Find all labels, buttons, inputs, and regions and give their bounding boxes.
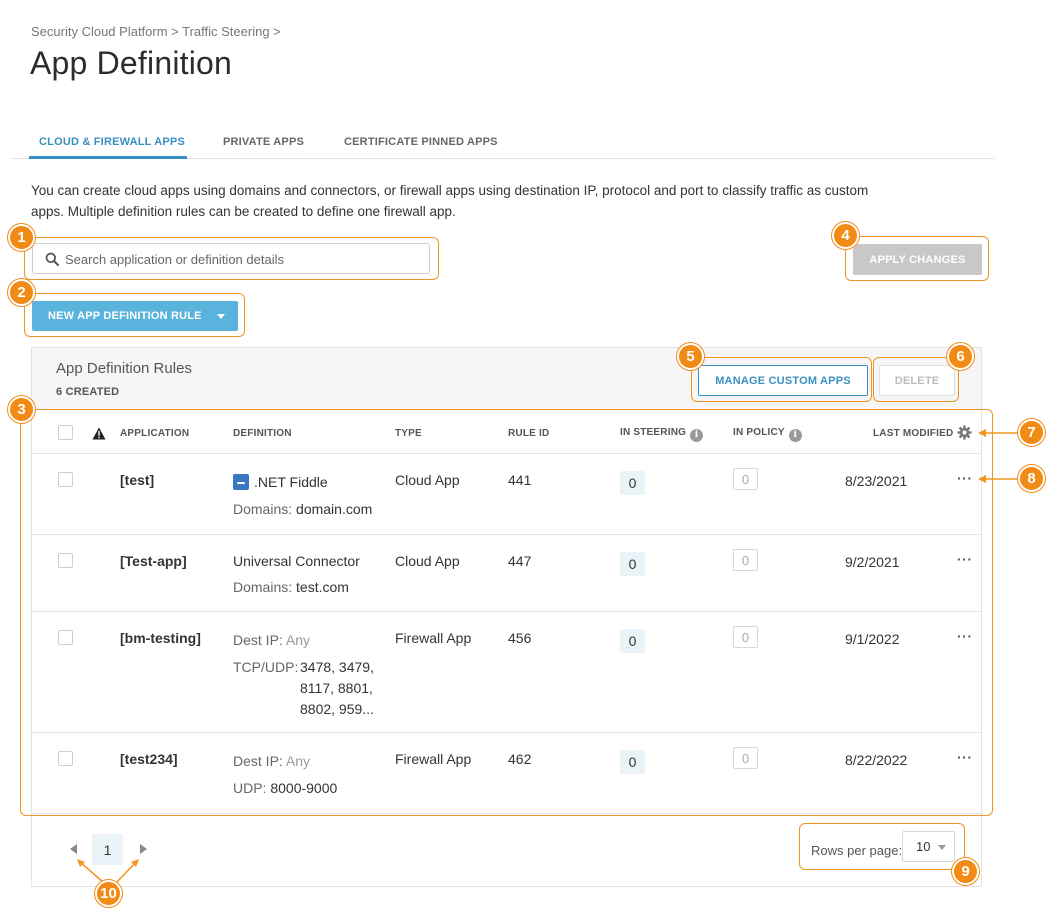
callout-badge-8: 8 <box>1018 465 1045 492</box>
callout-arrowhead-7 <box>978 429 986 437</box>
callout-arrows <box>77 429 1018 883</box>
callout-badge-9: 9 <box>952 858 979 885</box>
callout-badge-5: 5 <box>677 343 704 370</box>
callout-arrow-10b <box>116 861 137 883</box>
callout-badge-10: 10 <box>95 880 122 907</box>
callout-badge-1: 1 <box>8 224 35 251</box>
callout-badge-7: 7 <box>1018 419 1045 446</box>
callout-badge-6: 6 <box>947 343 974 370</box>
callout-badge-2: 2 <box>8 279 35 306</box>
callout-badge-3: 3 <box>8 396 35 423</box>
callout-badge-4: 4 <box>832 222 859 249</box>
callout-arrowhead-8 <box>978 475 986 483</box>
callout-arrow-10a <box>79 861 104 883</box>
